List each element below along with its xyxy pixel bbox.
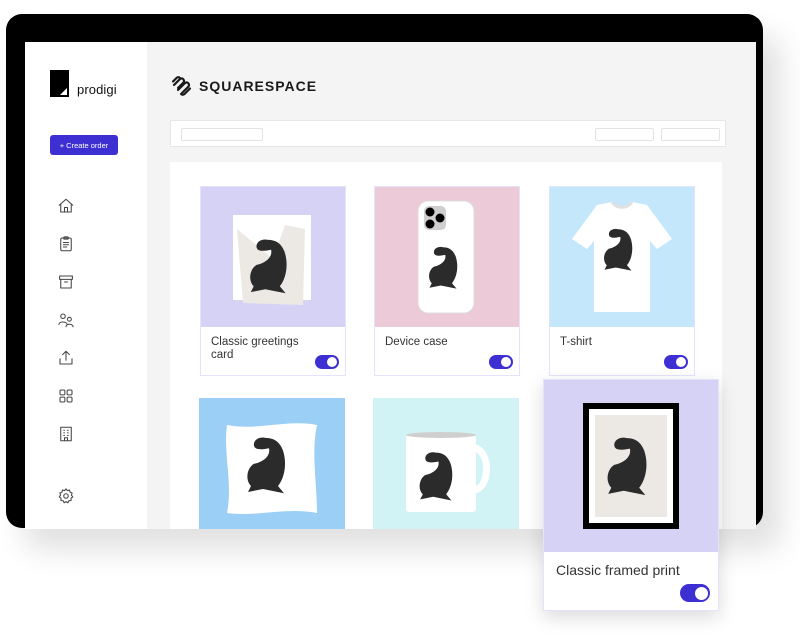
filter-dropdown[interactable]	[595, 128, 654, 141]
home-icon	[58, 198, 74, 213]
clipboard-icon	[60, 236, 72, 252]
card-footer: Classic framed print	[544, 552, 718, 610]
upload-icon	[59, 350, 73, 365]
grid-icon	[59, 389, 73, 403]
sidebar-item-home[interactable]	[55, 195, 77, 217]
framed-print-illustration	[583, 403, 679, 529]
squarespace-brand: SQUARESPACE	[170, 74, 317, 98]
greetings-card-illustration	[233, 215, 311, 305]
card-footer: T-shirt	[550, 327, 694, 375]
featured-product-card-framed-print[interactable]: Classic framed print	[543, 379, 719, 611]
archive-icon	[59, 275, 73, 289]
product-image	[550, 187, 694, 327]
enable-toggle[interactable]	[315, 355, 339, 369]
card-footer: Classic greetings card	[201, 327, 345, 375]
product-card-t-shirt[interactable]: T-shirt	[549, 186, 695, 376]
t-shirt-illustration	[572, 201, 672, 312]
create-order-button[interactable]: + Create order	[50, 135, 118, 155]
product-image	[544, 380, 718, 552]
sidebar-item-upload[interactable]	[55, 347, 77, 369]
product-card-cushion[interactable]	[199, 398, 345, 529]
prodigi-logo[interactable]: prodigi	[50, 70, 117, 97]
sidebar-item-customers[interactable]	[55, 309, 77, 331]
product-image	[373, 398, 519, 529]
sidebar-item-company[interactable]	[55, 423, 77, 445]
prodigi-logo-mark-icon	[50, 70, 69, 97]
building-icon	[60, 426, 72, 442]
search-input[interactable]	[181, 128, 263, 141]
sort-dropdown[interactable]	[661, 128, 720, 141]
product-name: Device case	[385, 336, 448, 348]
mug-illustration	[406, 432, 490, 512]
settings-icon	[58, 488, 74, 504]
logo-text: prodigi	[77, 82, 117, 97]
sidebar-item-archive[interactable]	[55, 271, 77, 293]
card-footer: Device case	[375, 327, 519, 375]
product-name: Classic framed print	[556, 562, 680, 578]
product-name: T-shirt	[560, 336, 592, 348]
device-case-illustration	[417, 200, 475, 314]
sidebar-item-settings[interactable]	[55, 485, 77, 507]
product-name: Classic greetings card	[211, 336, 299, 361]
enable-toggle[interactable]	[489, 355, 513, 369]
users-icon	[58, 313, 74, 328]
filter-toolbar	[170, 120, 726, 147]
enable-toggle[interactable]	[680, 584, 710, 602]
brand-name: SQUARESPACE	[199, 78, 318, 94]
sidebar: prodigi + Create order	[25, 42, 147, 529]
product-card-greetings-card[interactable]: Classic greetings card	[200, 186, 346, 376]
stage: prodigi + Create order SQUARESPACE Class…	[0, 0, 800, 640]
product-card-device-case[interactable]: Device case	[374, 186, 520, 376]
sidebar-item-orders[interactable]	[55, 233, 77, 255]
product-image	[375, 187, 519, 327]
enable-toggle[interactable]	[664, 355, 688, 369]
squarespace-logo-icon	[171, 76, 192, 96]
sidebar-item-products[interactable]	[55, 385, 77, 407]
cushion-illustration	[226, 423, 317, 514]
product-image	[199, 398, 345, 529]
product-image	[201, 187, 345, 327]
product-card-mug[interactable]	[373, 398, 519, 529]
